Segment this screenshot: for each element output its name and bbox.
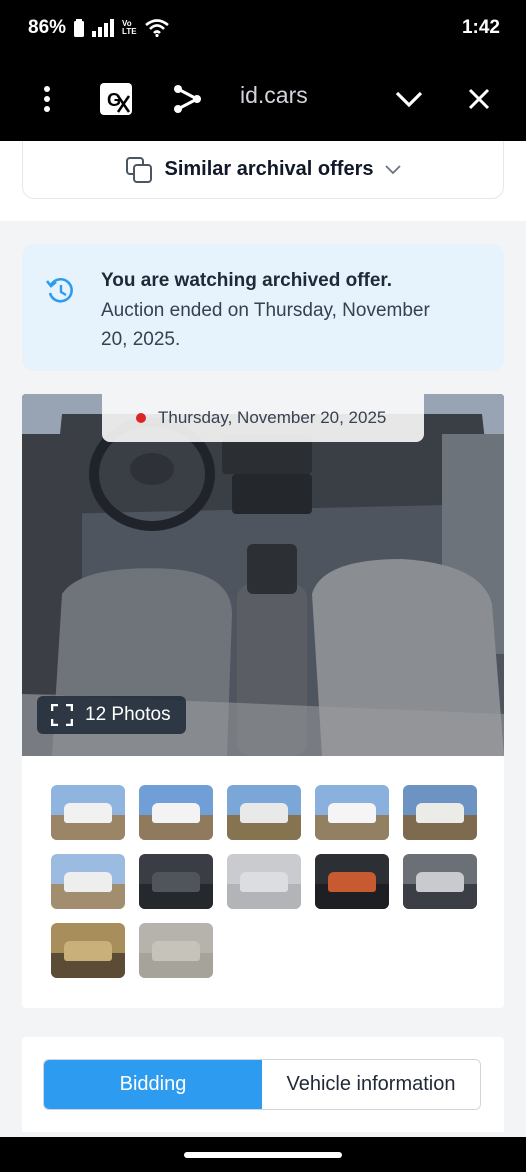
thumbnail-subject xyxy=(416,871,464,893)
copy-icon xyxy=(125,156,152,183)
browser-toolbar: G id.cars xyxy=(0,56,526,141)
photo-thumbnail[interactable] xyxy=(51,785,125,840)
thumbnail-subject xyxy=(152,940,200,962)
thumbnail-subject xyxy=(240,802,288,824)
date-pill: Thursday, November 20, 2025 xyxy=(102,394,424,442)
tab-bar: Bidding Vehicle information xyxy=(43,1059,481,1110)
photo-thumbnail[interactable] xyxy=(51,854,125,909)
svg-text:G: G xyxy=(107,90,121,110)
close-icon[interactable] xyxy=(466,56,492,141)
share-icon[interactable] xyxy=(170,56,204,141)
tabs-card: Bidding Vehicle information xyxy=(22,1037,504,1132)
wifi-icon xyxy=(144,19,169,37)
photo-thumbnail[interactable] xyxy=(139,785,213,840)
photo-thumbnail[interactable] xyxy=(315,854,389,909)
tab-bidding[interactable]: Bidding xyxy=(44,1060,262,1109)
signal-icon xyxy=(92,19,115,37)
more-vert-icon[interactable] xyxy=(34,56,60,141)
photo-thumbnail[interactable] xyxy=(139,923,213,978)
auction-date: Thursday, November 20, 2025 xyxy=(158,408,387,427)
main-photo[interactable]: Thursday, November 20, 2025 12 Photos xyxy=(22,394,504,756)
photo-thumbnail[interactable] xyxy=(403,854,477,909)
thumbnail-subject xyxy=(64,940,112,962)
status-dot-icon xyxy=(136,413,146,423)
tab-vehicle-information[interactable]: Vehicle information xyxy=(262,1060,480,1109)
fullscreen-icon xyxy=(51,704,73,726)
volte-icon: Vo LTE xyxy=(122,20,137,36)
volte-bottom: LTE xyxy=(122,27,137,36)
thumbnail-subject xyxy=(416,802,464,824)
chevron-down-icon[interactable] xyxy=(394,56,424,141)
history-icon xyxy=(46,278,73,303)
battery-icon xyxy=(74,19,85,37)
photo-thumbnail[interactable] xyxy=(139,854,213,909)
chevron-down-icon xyxy=(385,164,402,174)
archive-notice: You are watching archived offer. Auction… xyxy=(22,244,504,371)
gallery-card: Thursday, November 20, 2025 12 Photos xyxy=(22,394,504,1008)
similar-offers-button[interactable]: Similar archival offers xyxy=(22,141,504,199)
photo-thumbnail[interactable] xyxy=(227,785,301,840)
photo-thumbnail[interactable] xyxy=(227,854,301,909)
similar-offers-label: Similar archival offers xyxy=(164,158,374,180)
photos-count: 12 Photos xyxy=(85,704,171,725)
status-bar: 86% Vo LTE 1:42 xyxy=(0,0,526,56)
thumbnail-subject xyxy=(64,802,112,824)
photo-thumbnail[interactable] xyxy=(315,785,389,840)
thumbnail-grid xyxy=(51,785,481,978)
home-indicator[interactable] xyxy=(184,1152,342,1158)
thumbnail-subject xyxy=(64,871,112,893)
notice-text: Auction ended on Thursday, November 20, … xyxy=(101,300,430,350)
battery-percent: 86% xyxy=(28,17,67,38)
thumbnail-subject xyxy=(152,871,200,893)
photo-thumbnail[interactable] xyxy=(51,923,125,978)
translate-icon[interactable]: G xyxy=(98,56,134,141)
url-text[interactable]: id.cars xyxy=(240,82,308,109)
photo-thumbnail[interactable] xyxy=(403,785,477,840)
status-left: 86% Vo LTE xyxy=(28,17,169,39)
thumbnail-subject xyxy=(328,871,376,893)
thumbnail-subject xyxy=(240,871,288,893)
clock: 1:42 xyxy=(461,17,500,38)
system-nav-bar xyxy=(0,1137,526,1172)
thumbnail-subject xyxy=(328,802,376,824)
photos-button[interactable]: 12 Photos xyxy=(37,696,186,734)
thumbnail-subject xyxy=(152,802,200,824)
notice-title: You are watching archived offer. xyxy=(101,270,393,291)
